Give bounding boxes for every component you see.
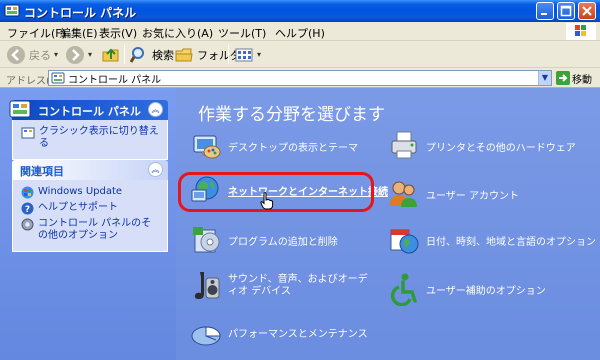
category-appearance-themes[interactable]: デスクトップの表示とテーマ [190, 130, 358, 162]
forward-arrow-icon [66, 45, 84, 64]
classic-view-link[interactable]: クラシック表示に切り替える [21, 126, 159, 150]
classic-view-label: クラシック表示に切り替える [39, 126, 159, 149]
related-topics-title: 関連項目 [20, 165, 64, 178]
help-support-link[interactable]: ? ヘルプとサポート [21, 202, 159, 215]
category-sound-audio[interactable]: サウンド、音声、およびオーディオ デバイス [190, 268, 368, 304]
window-title: コントロール パネル [24, 6, 137, 20]
toolbar: 戻る ▾ ▾ 検索 フォルダ ▾ [0, 41, 600, 68]
control-panel-section-title: コントロール パネル [38, 105, 141, 118]
related-topics-body: Windows Update ? ヘルプとサポート コントロール パネルのその他… [12, 180, 168, 252]
control-panel-section: コントロール パネル ︽ クラシック表示に切り替える [9, 100, 168, 160]
collapse-icon[interactable]: ︽ [148, 162, 163, 177]
back-arrow-icon [7, 45, 25, 64]
address-bar: アドレス(D) コントロール パネル ▼ 移動 [0, 68, 600, 88]
folders-icon [175, 48, 193, 61]
search-icon [129, 46, 144, 63]
category-date-time-region[interactable]: 日付、時刻、地域と言語のオプション [388, 224, 596, 256]
category-label: ユーザー アカウント [426, 190, 519, 202]
menu-edit[interactable]: 編集(E) [60, 25, 98, 41]
control-panel-icon [4, 4, 20, 17]
gear-icon [21, 218, 34, 231]
search-button[interactable]: 検索 [129, 44, 174, 65]
page-title: 作業する分野を選びます [198, 105, 385, 125]
title-bar: コントロール パネル [0, 0, 600, 22]
accessibility-icon [390, 273, 417, 306]
collapse-icon[interactable]: ︽ [148, 102, 163, 117]
go-label: 移動 [572, 74, 592, 86]
category-accessibility[interactable]: ユーザー補助のオプション [388, 272, 546, 306]
category-label: 日付、時刻、地域と言語のオプション [426, 236, 596, 248]
sound-audio-icon [194, 272, 220, 299]
category-label: サウンド、音声、およびオーディオ デバイス [228, 274, 368, 297]
folders-button[interactable]: フォルダ [174, 44, 241, 65]
performance-maintenance-icon [191, 326, 221, 346]
svg-text:?: ? [25, 205, 30, 215]
date-time-region-icon [390, 229, 419, 254]
switch-view-icon [21, 127, 35, 139]
menu-file[interactable]: ファイル(F) [7, 25, 66, 41]
category-label: デスクトップの表示とテーマ [228, 142, 358, 154]
views-dropdown-icon[interactable]: ▾ [257, 50, 261, 59]
category-label: ユーザー補助のオプション [426, 285, 546, 297]
go-button[interactable]: 移動 [556, 70, 592, 86]
control-panel-section-header[interactable]: コントロール パネル ︽ [9, 100, 168, 120]
windows-update-icon [21, 186, 34, 199]
back-dropdown-icon[interactable]: ▾ [54, 50, 58, 59]
desktop-themes-icon [193, 135, 221, 159]
control-panel-section-body: クラシック表示に切り替える [12, 120, 168, 160]
category-label: プログラムの追加と削除 [228, 236, 338, 248]
control-panel-icon [51, 72, 65, 84]
forward-button[interactable]: ▾ [65, 44, 92, 65]
address-dropdown-icon[interactable]: ▼ [538, 71, 551, 85]
up-folder-button[interactable] [101, 44, 121, 65]
related-topics-header[interactable]: 関連項目 ︽ [12, 160, 168, 180]
address-value: コントロール パネル [68, 74, 162, 86]
close-button[interactable] [578, 2, 596, 20]
highlight-outline [178, 172, 374, 212]
category-view: 作業する分野を選びます デスクトップの表示とテーマ ネットワークとインターネット… [176, 88, 600, 360]
toolbar-separator [228, 45, 229, 64]
minimize-icon [541, 13, 547, 15]
views-icon [235, 48, 253, 61]
menu-tools[interactable]: ツール(T) [218, 25, 266, 41]
category-label: パフォーマンスとメンテナンス [228, 328, 368, 340]
views-button[interactable]: ▾ [234, 44, 261, 65]
menu-bar: ファイル(F) 編集(E) 表示(V) お気に入り(A) ツール(T) ヘルプ(… [0, 22, 600, 41]
category-printers-hardware[interactable]: プリンタとその他のハードウェア [388, 130, 576, 162]
task-pane: コントロール パネル ︽ クラシック表示に切り替える 関連項目 ︽ Window… [0, 88, 176, 360]
maximize-icon [560, 5, 572, 17]
category-add-remove-programs[interactable]: プログラムの追加と削除 [190, 224, 338, 256]
category-user-accounts[interactable]: ユーザー アカウント [388, 178, 519, 210]
up-folder-icon [102, 48, 119, 61]
printer-hardware-icon [391, 131, 417, 159]
minimize-button[interactable] [536, 2, 554, 20]
forward-dropdown-icon[interactable]: ▾ [88, 50, 92, 59]
search-label: 検索 [152, 48, 174, 62]
menu-view[interactable]: 表示(V) [99, 25, 137, 41]
category-label: プリンタとその他のハードウェア [426, 142, 576, 154]
other-options-link[interactable]: コントロール パネルのその他のオプション [21, 218, 159, 242]
menu-help[interactable]: ヘルプ(H) [275, 25, 325, 41]
maximize-button[interactable] [557, 2, 575, 20]
hand-cursor-icon [260, 192, 274, 210]
back-label: 戻る [29, 48, 51, 62]
address-input[interactable]: コントロール パネル ▼ [48, 70, 552, 86]
category-performance-maintenance[interactable]: パフォーマンスとメンテナンス [190, 316, 368, 348]
go-arrow-icon [556, 71, 570, 85]
windows-logo-icon [566, 23, 596, 40]
toolbar-separator [124, 45, 125, 64]
related-topics-section: 関連項目 ︽ Windows Update ? ヘルプとサポート コントロール … [12, 160, 168, 252]
windows-update-label: Windows Update [38, 186, 123, 197]
close-icon [582, 6, 592, 16]
help-icon: ? [21, 202, 34, 215]
windows-update-link[interactable]: Windows Update [21, 186, 159, 199]
menu-favorites[interactable]: お気に入り(A) [142, 25, 213, 41]
add-remove-programs-icon [193, 227, 220, 253]
control-panel-icon [9, 100, 31, 118]
user-accounts-icon [390, 181, 417, 207]
back-button[interactable]: 戻る ▾ [6, 44, 58, 65]
help-support-label: ヘルプとサポート [38, 202, 118, 213]
other-options-label: コントロール パネルのその他のオプション [38, 218, 152, 241]
